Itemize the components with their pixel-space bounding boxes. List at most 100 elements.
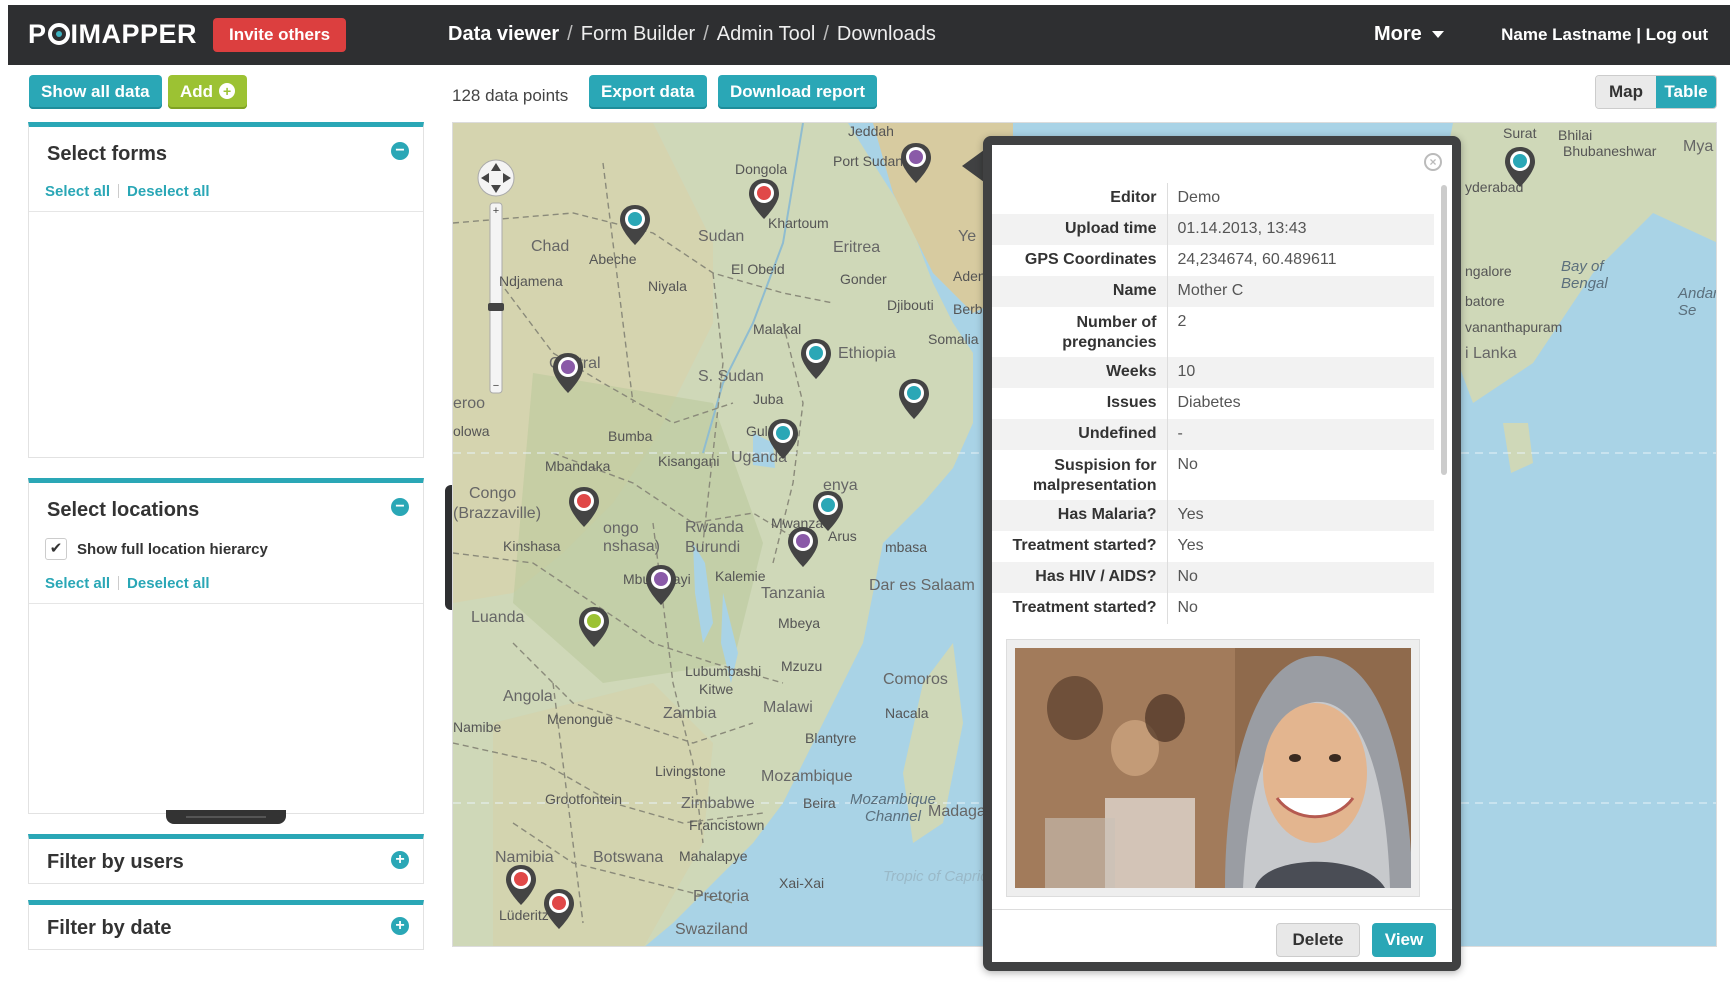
map-label: Kinshasa [503, 538, 561, 554]
poimapper-logo[interactable]: P IMAPPER [28, 19, 197, 50]
table-row: Name Mother C [992, 276, 1434, 307]
map-label: batore [1465, 293, 1505, 309]
locations-select-all-link[interactable]: Select all [45, 575, 110, 592]
nav-data-viewer[interactable]: Data viewer [448, 23, 559, 45]
map-pin-purple[interactable] [551, 351, 585, 395]
attached-photo[interactable] [1006, 639, 1420, 897]
user-account-link[interactable]: Name Lastname | Log out [1501, 25, 1708, 45]
map-label: El Obeid [731, 261, 785, 277]
caret-down-icon [1431, 31, 1444, 39]
map-label: Bay of Bengal [1561, 258, 1608, 292]
locations-selection-links: Select all Deselect all [45, 575, 210, 592]
map-pin-red[interactable] [567, 485, 601, 529]
map-view-button[interactable]: Map [1596, 76, 1656, 108]
map-label: mbasa [885, 539, 928, 555]
map-pin-purple[interactable] [644, 563, 678, 607]
map-label: Gonder [840, 271, 887, 287]
table-row: Editor Demo [992, 183, 1434, 214]
popup-scrollbar[interactable] [1441, 185, 1447, 475]
map-label: Ethiopia [838, 345, 896, 362]
nav-downloads[interactable]: Downloads [837, 23, 936, 45]
map-pin-red[interactable] [542, 887, 576, 931]
invite-others-button[interactable]: Invite others [213, 18, 347, 52]
map-label: olowa [453, 423, 490, 439]
collapse-minus-icon[interactable]: − [391, 142, 409, 160]
map-pin-purple[interactable] [899, 141, 933, 185]
close-icon[interactable]: × [1424, 153, 1442, 171]
woman-portrait-image [1015, 648, 1411, 888]
map-label: Bhilai [1558, 127, 1593, 143]
map-label: ngalore [1465, 263, 1512, 279]
main-nav: Data viewer / Form Builder / Admin Tool / Down… [448, 23, 936, 45]
map-label: Kisangani [658, 453, 720, 469]
map-label: Grootfontein [545, 791, 623, 807]
map-pin-teal[interactable] [799, 337, 833, 381]
map-label: Congo [469, 485, 517, 502]
map-pin-teal[interactable] [1503, 145, 1537, 189]
map-label: Menongue [547, 711, 614, 727]
filter-date-panel[interactable]: Filter by date + [28, 900, 424, 950]
map-label: Abeche [589, 251, 637, 267]
map-pin-red[interactable] [504, 863, 538, 907]
delete-button[interactable]: Delete [1276, 923, 1360, 957]
map-label: Pretoria [693, 888, 750, 905]
map-label: Bhubaneshwar [1563, 143, 1657, 159]
full-hierarchy-label: Show full location hierarcy [77, 541, 268, 558]
map-label: Xai-Xai [779, 875, 825, 891]
nav-form-builder[interactable]: Form Builder [581, 23, 695, 45]
plus-icon: + [219, 83, 236, 99]
map-label: Nacala [885, 705, 929, 721]
map-label: Djibouti [887, 297, 934, 313]
map-pin-purple[interactable] [786, 525, 820, 569]
select-forms-panel: Select forms − Select all Deselect all [28, 122, 424, 458]
map-label: Burundi [685, 539, 741, 556]
map-label: Kalemie [715, 568, 766, 584]
expand-plus-icon[interactable]: + [391, 851, 409, 869]
map-pin-teal[interactable] [618, 203, 652, 247]
filter-users-panel[interactable]: Filter by users + [28, 834, 424, 884]
locations-deselect-all-link[interactable]: Deselect all [127, 575, 210, 592]
map-pin-teal[interactable] [766, 417, 800, 461]
map-label: Francistown [689, 817, 765, 833]
forms-select-all-link[interactable]: Select all [45, 183, 110, 200]
map-label: ongo [603, 520, 639, 537]
map-pin-teal[interactable] [897, 377, 931, 421]
map-label: Sudan [698, 228, 745, 245]
add-button[interactable]: Add + [168, 75, 248, 109]
download-report-button[interactable]: Download report [718, 75, 878, 109]
expand-plus-icon[interactable]: + [391, 917, 409, 935]
map-label: Eritrea [833, 239, 881, 256]
map-label: nshasa) [603, 538, 660, 555]
map-label: Ye [958, 228, 977, 245]
map-label: Mbeya [778, 615, 821, 631]
panel-resize-handle[interactable] [166, 810, 286, 824]
map-label: Malakal [753, 321, 802, 337]
map-label: Beira [803, 795, 836, 811]
map-label: S. Sudan [698, 368, 764, 385]
table-row: Upload time 01.14.2013, 13:43 [992, 214, 1434, 245]
map-pin-green[interactable] [577, 605, 611, 649]
full-hierarchy-checkbox[interactable]: ✔ [45, 538, 67, 560]
map-label: Angola [503, 688, 553, 705]
map-label: Comoros [883, 671, 948, 688]
logo-pin-icon [47, 23, 70, 45]
map-label: Mozambique [761, 768, 853, 785]
more-menu[interactable]: More [1374, 23, 1444, 46]
forms-deselect-all-link[interactable]: Deselect all [127, 183, 210, 200]
map-label: Jeddah [848, 123, 894, 139]
nav-admin-tool[interactable]: Admin Tool [717, 23, 816, 45]
select-forms-title: Select forms [47, 143, 168, 165]
map-label: Tanzania [761, 585, 826, 602]
view-button[interactable]: View [1372, 923, 1436, 957]
map-pin-red[interactable] [747, 177, 781, 221]
export-data-button[interactable]: Export data [589, 75, 707, 109]
collapse-minus-icon[interactable]: − [391, 498, 409, 516]
show-all-data-button[interactable]: Show all data [29, 75, 162, 109]
map-label: Dar es Salaam [869, 577, 975, 594]
map-label: Mahalapye [679, 848, 748, 864]
top-navigation-bar: P IMAPPER Invite others Data viewer / Form … [8, 5, 1730, 65]
data-point-popup: × Editor Demo Upload time 01.14.2013, 13:4… [983, 136, 1461, 971]
map-label: Zambia [663, 705, 717, 722]
table-view-button[interactable]: Table [1656, 76, 1716, 108]
table-row: Has Malaria? Yes [992, 500, 1434, 531]
